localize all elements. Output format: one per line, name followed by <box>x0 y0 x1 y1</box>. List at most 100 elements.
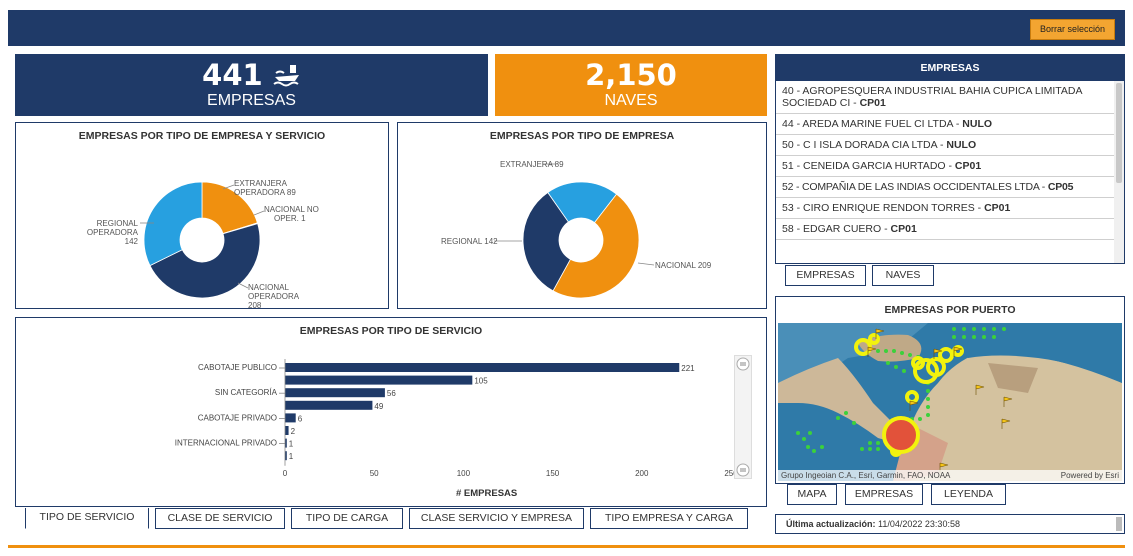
tab-empresas[interactable]: EMPRESAS <box>785 265 866 286</box>
kpi-empresas-number: 441 <box>202 58 263 92</box>
list-item-code: CP01 <box>859 97 886 109</box>
tab-mapa[interactable]: MAPA <box>787 484 837 505</box>
label-line: NACIONAL <box>248 283 289 292</box>
label-nacional-operadora: NACIONAL OPERADORA 208 <box>248 283 299 308</box>
bar-data-label: 105 <box>474 377 488 386</box>
chart-scrollbar[interactable] <box>734 355 752 479</box>
x-axis-label: # EMPRESAS <box>456 488 518 499</box>
top-bar: Borrar selección <box>8 10 1125 46</box>
list-item[interactable]: 50 - C I ISLA DORADA CIA LTDA - NULO <box>776 135 1114 156</box>
category-label: SIN CATEGORÍA <box>215 388 278 397</box>
bar-data-label: 6 <box>298 414 303 423</box>
bar[interactable] <box>285 400 373 410</box>
label-regional: REGIONAL 142 <box>441 237 498 246</box>
label-line: OPERADORA 89 <box>234 188 296 197</box>
list-item[interactable]: 53 - CIRO ENRIQUE RENDON TORRES - CP01 <box>776 198 1114 219</box>
list-item[interactable]: 52 - COMPAÑIA DE LAS INDIAS OCCIDENTALES… <box>776 177 1114 198</box>
label-extranjera: EXTRANJERA OPERADORA 89 <box>234 179 296 197</box>
last-update: Última actualización: 11/04/2022 23:30:5… <box>775 514 1125 534</box>
kpi-naves-value: 2,150 <box>585 58 677 92</box>
bar[interactable] <box>285 426 289 435</box>
tab-tipo-servicio[interactable]: TIPO DE SERVICIO <box>25 508 149 529</box>
category-label: CABOTAJE PUBLICO <box>198 363 277 372</box>
map-attribution: Grupo Ingeoian C.A., Esri, Garmin, FAO, … <box>778 470 1122 481</box>
list-item[interactable]: 51 - CENEIDA GARCIA HURTADO - CP01 <box>776 156 1114 177</box>
bar[interactable] <box>285 375 473 385</box>
label-line: 208 <box>248 301 262 308</box>
empresas-list: 40 - AGROPESQUERA INDUSTRIAL BAHIA CUPIC… <box>776 81 1114 263</box>
label-line: EXTRANJERA <box>234 179 287 188</box>
list-item-code: NULO <box>962 118 993 130</box>
bar-chart: 221 105 56 49 62 1 1 CABOTAJE PUBLICO SIN CATEGO… <box>175 359 738 478</box>
kpi-empresas: 441 EMPRESAS <box>15 54 488 116</box>
label-line: REGIONAL <box>96 219 138 228</box>
list-item[interactable]: 40 - AGROPESQUERA INDUSTRIAL BAHIA CUPIC… <box>776 81 1114 114</box>
attribution-text: Grupo Ingeoian C.A., Esri, Garmin, FAO, … <box>781 471 951 480</box>
leader-line <box>637 262 655 266</box>
x-tick-label: 0 <box>283 469 288 478</box>
list-item-code: CP01 <box>890 223 917 235</box>
label-line: OPERADORA <box>248 292 300 301</box>
last-update-label: Última actualización: <box>786 519 876 529</box>
kpi-empresas-label: EMPRESAS <box>207 92 296 109</box>
bar-data-label: 49 <box>374 402 383 411</box>
kpi-naves-label: NAVES <box>604 92 658 109</box>
x-tick-label: 50 <box>370 469 379 478</box>
bar-data-label: 221 <box>681 364 695 373</box>
leader-line <box>253 210 265 216</box>
label-line: 142 <box>124 237 138 246</box>
list-item-code: CP05 <box>1047 181 1074 193</box>
list-item-text: 51 - CENEIDA GARCIA HURTADO - <box>782 160 955 172</box>
bar-data-label: 2 <box>291 427 296 436</box>
x-tick-label: 150 <box>546 469 560 478</box>
bar[interactable] <box>285 388 385 398</box>
bar[interactable] <box>285 413 296 423</box>
bar-data-label: 1 <box>289 440 294 449</box>
chart-tipo-servicio: EMPRESAS POR TIPO DE SERVICIO 221 105 56 49… <box>15 317 767 507</box>
map-canvas[interactable]: Grupo Ingeoian C.A., Esri, Garmin, FAO, … <box>778 323 1122 481</box>
leader-line <box>237 282 249 289</box>
last-update-value: 11/04/2022 23:30:58 <box>878 519 960 529</box>
chart-tipo-empresa: EMPRESAS POR TIPO DE EMPRESA EXTRANJERA … <box>397 122 767 309</box>
clear-selection-button[interactable]: Borrar selección <box>1029 19 1115 40</box>
chart-tipo-empresa-servicio: EMPRESAS POR TIPO DE EMPRESA Y SERVICIO … <box>15 122 389 309</box>
kpi-naves: 2,150 NAVES <box>495 54 767 116</box>
map-graphic <box>778 323 1122 481</box>
bar-data-label: 1 <box>289 452 294 461</box>
list-item-code: CP01 <box>984 202 1011 214</box>
empresas-title: EMPRESAS <box>776 55 1124 81</box>
list-item-code: CP01 <box>954 160 982 172</box>
tab-naves[interactable]: NAVES <box>872 265 934 286</box>
list-item[interactable]: 58 - EDGAR CUERO - CP01 <box>776 219 1114 240</box>
kpi-empresas-value: 441 <box>15 54 488 91</box>
bar-data-label: 56 <box>387 389 396 398</box>
empresas-scrollbar[interactable] <box>1114 81 1124 263</box>
bottom-accent-line <box>8 545 1125 548</box>
x-tick-label: 200 <box>635 469 649 478</box>
scrollbar-thumb[interactable] <box>1116 83 1122 183</box>
powered-by-text: Powered by Esri <box>1060 471 1119 480</box>
bar[interactable] <box>285 363 680 372</box>
tab-tipo-carga[interactable]: TIPO DE CARGA <box>291 508 403 529</box>
tab-leyenda[interactable]: LEYENDA <box>931 484 1006 505</box>
donut-chart <box>494 163 655 299</box>
tab-clase-servicio-empresa[interactable]: CLASE SERVICIO Y EMPRESA <box>409 508 584 529</box>
donut-slice-regional-operadora[interactable] <box>143 181 203 267</box>
tab-tipo-empresa-carga[interactable]: TIPO EMPRESA Y CARGA <box>590 508 748 529</box>
label-nacional: NACIONAL 209 <box>655 261 712 270</box>
map-title: EMPRESAS POR PUERTO <box>884 304 1016 316</box>
list-item-text: 44 - AREDA MARINE FUEL CI LTDA - <box>782 118 963 130</box>
update-scrollbar[interactable] <box>1116 517 1122 531</box>
category-label: INTERNACIONAL PRIVADO <box>175 439 277 448</box>
x-tick-label: 100 <box>457 469 471 478</box>
label-nacional-no: NACIONAL NO OPER. 1 <box>264 205 319 223</box>
tab-clase-servicio[interactable]: CLASE DE SERVICIO <box>155 508 285 529</box>
scroll-handles <box>736 357 750 477</box>
label-regional: REGIONAL OPERADORA 142 <box>74 219 138 246</box>
list-item[interactable]: 44 - AREDA MARINE FUEL CI LTDA - NULO <box>776 114 1114 135</box>
empresas-panel: EMPRESAS 40 - AGROPESQUERA INDUSTRIAL BA… <box>775 54 1125 264</box>
list-item-text: 40 - AGROPESQUERA INDUSTRIAL BAHIA CUPIC… <box>782 85 1082 109</box>
label-line: NACIONAL NO <box>264 205 319 214</box>
tab-empresas-map[interactable]: EMPRESAS <box>845 484 923 505</box>
list-item-text: 58 - EDGAR CUERO - <box>782 223 891 235</box>
